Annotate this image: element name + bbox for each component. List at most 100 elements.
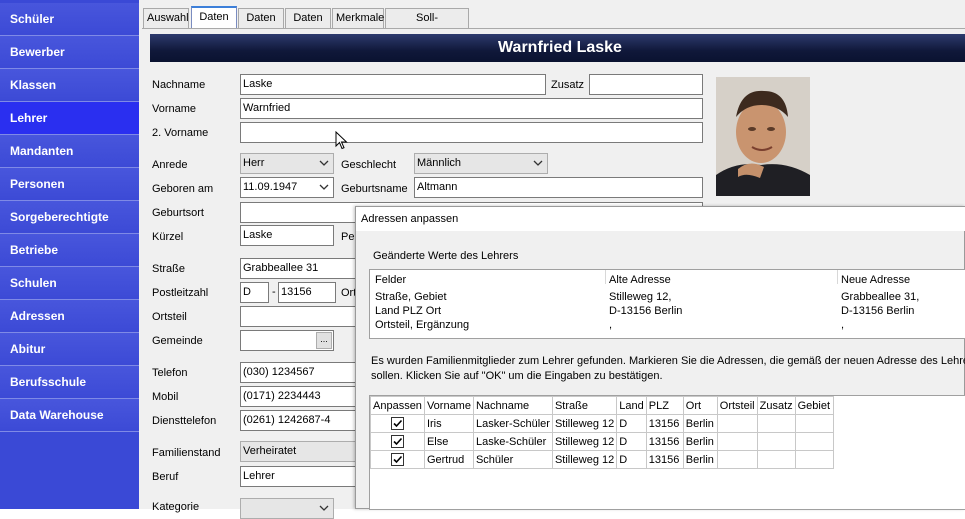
grid-header-zusatz[interactable]: Zusatz <box>756 396 796 415</box>
grid-header-nachname[interactable]: Nachname <box>472 396 553 415</box>
sidebar-item-schulen[interactable]: Schulen <box>0 267 139 300</box>
grid-header-ort[interactable]: Ort <box>682 396 718 415</box>
zusatz-label: Zusatz <box>551 79 585 91</box>
sidebar-item-mandanten[interactable]: Mandanten <box>0 135 139 168</box>
sidebar-item-lehrer[interactable]: Lehrer <box>0 102 139 135</box>
changes-cell: D-13156 Berlin <box>609 305 683 317</box>
teacher-photo <box>716 77 810 196</box>
sidebar-item-adressen[interactable]: Adressen <box>0 300 139 333</box>
vorname2-field[interactable] <box>240 122 703 143</box>
checkmark-icon <box>393 419 403 428</box>
anpassen-cell[interactable] <box>370 414 425 433</box>
geburtsname-field[interactable]: Altmann <box>414 177 703 198</box>
anrede-select[interactable]: Herr <box>240 153 334 174</box>
grid-cell-zusatz <box>756 432 796 451</box>
mobil-label: Mobil <box>152 391 179 403</box>
geschlecht-select[interactable]: Männlich <box>414 153 548 174</box>
kategorie-label: Kategorie <box>152 501 200 513</box>
changes-cell: D-13156 Berlin <box>841 305 915 317</box>
table-row[interactable]: Else Laske-Schüler Stilleweg 12 D 13156 … <box>370 432 834 451</box>
anpassen-cell[interactable] <box>370 432 425 451</box>
grid-header-strasse[interactable]: Straße <box>551 396 618 415</box>
geschlecht-label: Geschlecht <box>341 159 397 171</box>
table-row[interactable]: Gertrud Schüler Stilleweg 12 D 13156 Ber… <box>370 450 834 469</box>
checkmark-icon <box>393 455 403 464</box>
plz-label: Postleitzahl <box>152 287 209 299</box>
sidebar-item-schueler[interactable]: Schüler <box>0 3 139 36</box>
tab-daten-2[interactable]: Daten 2 <box>238 8 284 42</box>
geburtsname-label: Geburtsname <box>341 183 408 195</box>
grid-header-anpassen[interactable]: Anpassen <box>370 396 425 415</box>
grid-cell-gebiet <box>794 414 834 433</box>
diensttelefon-label: Diensttelefon <box>152 415 217 427</box>
nachname-field[interactable]: Laske <box>240 74 546 95</box>
geschlecht-value: Männlich <box>417 157 462 169</box>
grid-header-land[interactable]: Land <box>616 396 647 415</box>
kuerzel-field[interactable]: Laske <box>240 225 334 246</box>
changes-cell: Stilleweg 12, <box>609 291 672 303</box>
geboren-value: 11.09.1947 <box>243 181 298 193</box>
grid-cell-gebiet <box>794 450 834 469</box>
changes-header-felder: Felder <box>375 274 407 286</box>
sidebar-item-betriebe[interactable]: Betriebe <box>0 234 139 267</box>
grid-cell-ortsteil <box>716 414 758 433</box>
sidebar-item-bewerber[interactable]: Bewerber <box>0 36 139 69</box>
anpassen-checkbox[interactable] <box>390 435 404 448</box>
sidebar-item-klassen[interactable]: Klassen <box>0 69 139 102</box>
grid-header-gebiet[interactable]: Gebiet <box>794 396 834 415</box>
grid-cell-gebiet <box>794 432 834 451</box>
anrede-label: Anrede <box>152 159 188 171</box>
anpassen-cell[interactable] <box>370 450 425 469</box>
dialog-title: Adressen anpassen <box>356 207 965 231</box>
plz-dash: - <box>272 286 276 298</box>
chevron-down-icon <box>533 160 543 166</box>
anpassen-checkbox[interactable] <box>390 417 404 430</box>
grid-header-vorname[interactable]: Vorname <box>423 396 474 415</box>
grid-header-ortsteil[interactable]: Ortsteil <box>716 396 758 415</box>
changes-cell: Land PLZ Ort <box>375 305 442 317</box>
ortsteil-label: Ortsteil <box>152 311 187 323</box>
grid-cell-nachname: Lasker-Schüler <box>472 414 553 433</box>
tab-auswahl[interactable]: Auswahl <box>143 8 189 28</box>
grid-header-plz[interactable]: PLZ <box>645 396 684 415</box>
grid-header-row: Anpassen Vorname Nachname Straße Land PL… <box>370 396 834 415</box>
grid-cell-plz: 13156 <box>645 432 684 451</box>
changes-header-alte-adresse: Alte Adresse <box>609 274 671 286</box>
grid-cell-ortsteil <box>716 432 758 451</box>
grid-cell-vorname: Gertrud <box>423 450 474 469</box>
sidebar-item-data-warehouse[interactable]: Data Warehouse <box>0 399 139 432</box>
anpassen-checkbox[interactable] <box>390 453 404 466</box>
changes-cell: Ortsteil, Ergänzung <box>375 319 470 331</box>
family-members-grid: Anpassen Vorname Nachname Straße Land PL… <box>369 395 965 510</box>
tab-merkmale[interactable]: Merkmale <box>332 8 384 28</box>
vorname-field[interactable]: Warnfried <box>240 98 703 119</box>
checkmark-icon <box>393 437 403 446</box>
familienstand-value: Verheiratet <box>243 445 297 457</box>
grid-cell-zusatz <box>756 450 796 469</box>
tab-daten-1[interactable]: Daten 1 <box>191 6 237 41</box>
person-photo-icon <box>716 77 810 196</box>
grid-cell-ort: Berlin <box>682 432 718 451</box>
sidebar-item-abitur[interactable]: Abitur <box>0 333 139 366</box>
chevron-down-icon <box>319 160 329 166</box>
table-row[interactable]: Iris Lasker-Schüler Stilleweg 12 D 13156… <box>370 414 834 433</box>
sidebar-item-berufsschule[interactable]: Berufsschule <box>0 366 139 399</box>
changes-cell: Straße, Gebiet <box>375 291 447 303</box>
geburtsort-label: Geburtsort <box>152 207 204 219</box>
gemeinde-lookup-button[interactable]: ... <box>316 332 332 349</box>
plz-field[interactable]: 13156 <box>278 282 336 303</box>
grid-cell-ort: Berlin <box>682 414 718 433</box>
sidebar-item-personen[interactable]: Personen <box>0 168 139 201</box>
familienstand-label: Familienstand <box>152 447 221 459</box>
grid-cell-vorname: Iris <box>423 414 474 433</box>
geboren-date-picker[interactable]: 11.09.1947 <box>240 177 334 198</box>
land-field[interactable]: D <box>240 282 269 303</box>
tab-daten-3[interactable]: Daten 3 <box>285 8 331 42</box>
strasse-label: Straße <box>152 263 186 275</box>
sidebar-item-sorgeberechtigte[interactable]: Sorgeberechtigte <box>0 201 139 234</box>
zusatz-field[interactable] <box>589 74 703 95</box>
tab-soll-berechnung[interactable]: Soll-Berechnung <box>385 8 469 42</box>
kuerzel-label: Kürzel <box>152 231 184 243</box>
vorname2-label: 2. Vorname <box>152 127 209 139</box>
changed-values-heading: Geänderte Werte des Lehrers <box>373 250 519 262</box>
